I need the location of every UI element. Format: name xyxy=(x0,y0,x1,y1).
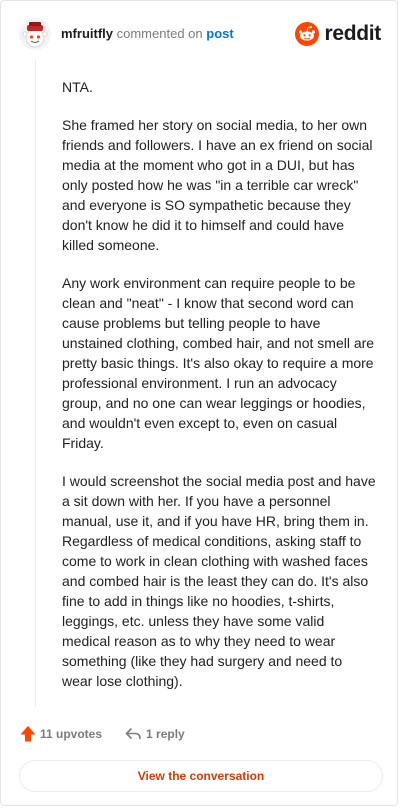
reply-count: 1 reply xyxy=(146,727,185,741)
comment-paragraph: Any work environment can require people … xyxy=(62,275,375,451)
user-avatar[interactable] xyxy=(19,18,51,50)
comment-paragraph: She framed her story on social media, to… xyxy=(62,117,373,253)
comment-paragraph: NTA. xyxy=(62,79,93,95)
upvote-arrow-icon[interactable] xyxy=(19,725,37,743)
reddit-brand[interactable]: reddit xyxy=(295,22,381,46)
reply-arrow-icon xyxy=(125,728,141,740)
comment-paragraph: I would screenshot the social media post… xyxy=(62,473,376,689)
upvote-count: 11 upvotes xyxy=(40,727,103,741)
comment-body: NTA. She framed her story on social medi… xyxy=(62,77,376,709)
comment-meta: mfruitfly commented on post xyxy=(61,26,234,42)
thread-line xyxy=(35,59,36,707)
comment-header: mfruitfly commented on post reddit xyxy=(19,17,381,51)
brand-wordmark: reddit xyxy=(324,22,381,45)
snoo-avatar-icon xyxy=(19,18,51,50)
username-link[interactable]: mfruitfly xyxy=(61,26,113,41)
reddit-logo-icon xyxy=(295,22,320,46)
action-text: commented on xyxy=(116,26,203,41)
post-link[interactable]: post xyxy=(206,26,233,41)
comment-card: mfruitfly commented on post reddit NTA. … xyxy=(0,0,398,806)
reply-button[interactable]: 1 reply xyxy=(124,725,185,743)
comment-actions: 11 upvotes 1 reply xyxy=(19,725,185,743)
view-conversation-button[interactable]: View the conversation xyxy=(19,760,383,792)
